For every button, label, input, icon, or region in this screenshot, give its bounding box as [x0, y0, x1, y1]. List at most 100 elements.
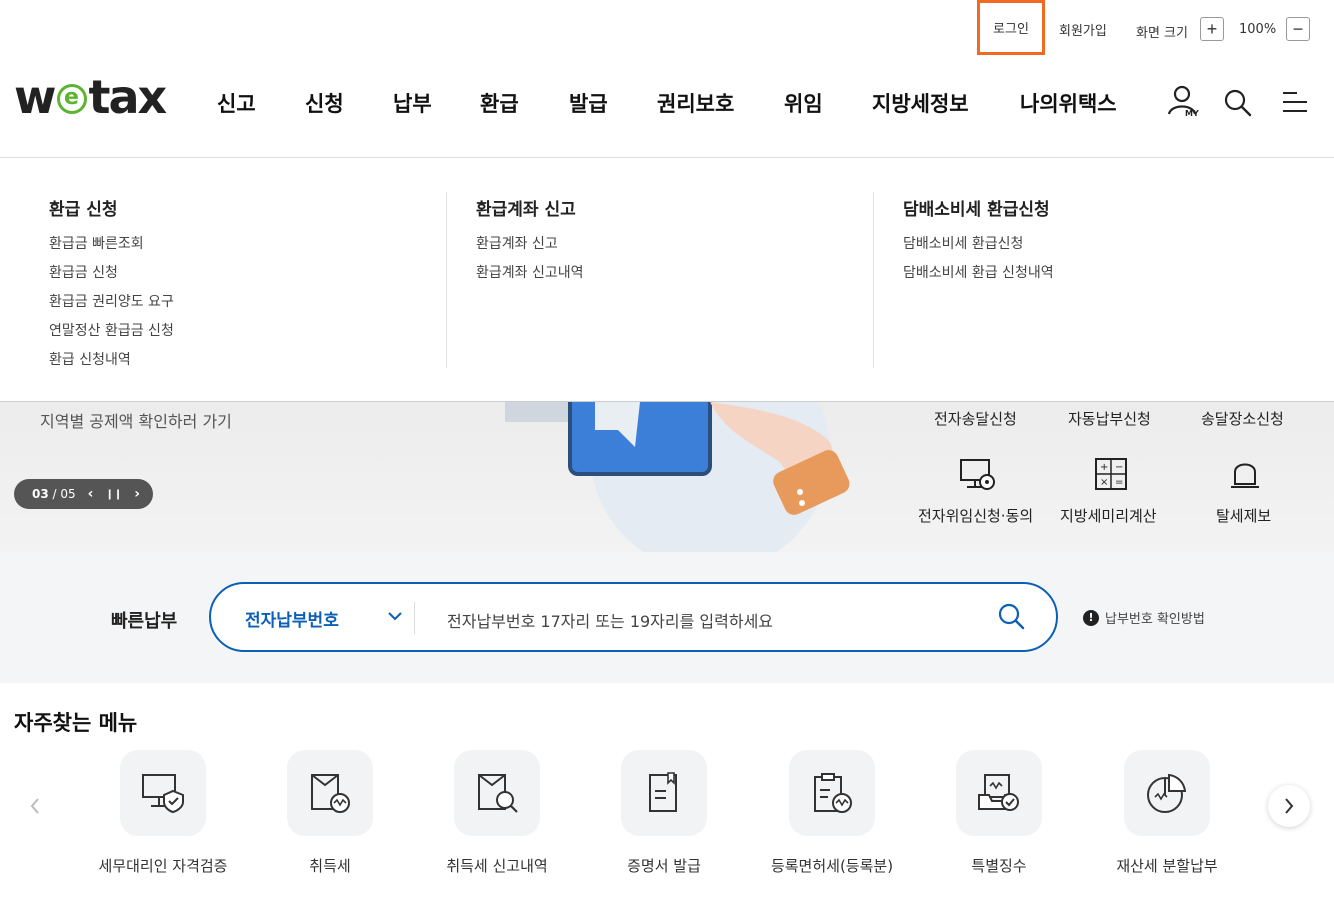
frequent-label[interactable]: 증명서 발급 — [627, 855, 701, 876]
quick-label-e-delegate[interactable]: 전자위임신청·동의 — [918, 505, 1033, 526]
zoom-out-button[interactable]: − — [1286, 17, 1310, 41]
search-icon[interactable] — [1223, 88, 1253, 118]
logo-w: w — [14, 70, 56, 124]
gnb-item-delegate[interactable]: 위임 — [784, 88, 823, 118]
frequent-tile-acquisition-history[interactable] — [454, 750, 540, 836]
quick-link-auto-pay[interactable]: 자동납부신청 — [1068, 408, 1151, 429]
dropdown-column-title[interactable]: 담배소비세 환급신청 — [903, 195, 1054, 220]
zoom-label: 화면 크기 — [1136, 26, 1188, 41]
logo-tax: tax — [88, 70, 168, 124]
pager-pause-button[interactable]: ❙❙ — [105, 489, 122, 500]
frequent-label[interactable]: 세무대리인 자격검증 — [99, 855, 228, 876]
chevron-left-icon — [30, 798, 39, 814]
my-label: MY — [1185, 109, 1199, 118]
info-icon: ! — [1083, 609, 1099, 626]
payment-number-help-link[interactable]: ! 납부번호 확인방법 — [1083, 608, 1205, 627]
svg-text:×: × — [1100, 477, 1108, 488]
dropdown-link[interactable]: 담배소비세 환급 신청내역 — [903, 259, 1054, 288]
dropdown-link[interactable]: 연말정산 환급금 신청 — [49, 317, 174, 346]
dropdown-column-refund-account: 환급계좌 신고 환급계좌 신고 환급계좌 신고내역 — [476, 195, 584, 288]
tray-check-icon — [978, 774, 1019, 811]
frequent-tile-acquisition-tax[interactable] — [287, 750, 373, 836]
quick-link-delivery-place[interactable]: 송달장소신청 — [1201, 408, 1284, 429]
gnb-item-issue[interactable]: 발급 — [569, 88, 608, 118]
hero-banner: 지역별 공제액 확인하러 가기 03 / 05 ‹ ❙❙ › 전자송달신청 자동… — [0, 402, 1334, 552]
frequent-tile-special-collection[interactable] — [956, 750, 1042, 836]
svg-text:−: − — [1115, 462, 1123, 473]
gnb-item-refund[interactable]: 환급 — [480, 88, 519, 118]
quick-label-tax-calc[interactable]: 지방세미리계산 — [1060, 505, 1157, 526]
gnb-item-rights[interactable]: 권리보호 — [657, 88, 734, 118]
frequent-label[interactable]: 재산세 분할납부 — [1116, 855, 1217, 876]
dropdown-column-title[interactable]: 환급계좌 신고 — [476, 195, 584, 220]
my-page-icon[interactable]: MY — [1166, 82, 1202, 122]
siren-icon[interactable] — [1227, 456, 1263, 492]
carousel-next-button[interactable] — [1268, 785, 1310, 827]
column-divider — [446, 192, 447, 368]
doc-coin-icon — [311, 774, 350, 813]
svg-text:=: = — [1115, 477, 1123, 488]
clipboard-coin-icon — [814, 773, 852, 813]
help-label: 납부번호 확인방법 — [1105, 612, 1205, 627]
column-divider — [873, 192, 874, 368]
dropdown-column-title[interactable]: 환급 신청 — [49, 195, 174, 220]
gnb-item-apply[interactable]: 신청 — [305, 88, 344, 118]
frequent-tile-agent-verify[interactable] — [120, 750, 206, 836]
pager-prev-button[interactable]: ‹ — [88, 486, 94, 502]
quick-label-tax-report[interactable]: 탈세제보 — [1216, 505, 1271, 526]
zoom-in-button[interactable]: + — [1200, 17, 1224, 41]
dropdown-column-refund-apply: 환급 신청 환급금 빠른조회 환급금 신청 환급금 권리양도 요구 연말정산 환… — [49, 195, 174, 375]
main-navigation: w e tax 신고 신청 납부 환급 발급 권리보호 위임 지방세정보 나의위택스… — [0, 58, 1334, 158]
frequent-label[interactable]: 취득세 — [309, 855, 350, 876]
quick-pay-search-box: 전자납부번호 전자납부번호 17자리 또는 19자리를 입력하세요 — [209, 582, 1058, 652]
gnb-item-pay[interactable]: 납부 — [393, 88, 432, 118]
refund-dropdown-panel: 환급 신청 환급금 빠른조회 환급금 신청 환급금 권리양도 요구 연말정산 환… — [0, 159, 1334, 402]
chevron-right-icon — [1285, 798, 1294, 814]
quick-pay-section: 빠른납부 전자납부번호 전자납부번호 17자리 또는 19자리를 입력하세요 !… — [0, 552, 1334, 683]
dropdown-link[interactable]: 환급계좌 신고내역 — [476, 259, 584, 288]
payment-number-input[interactable]: 전자납부번호 17자리 또는 19자리를 입력하세요 — [447, 608, 773, 632]
frequent-label[interactable]: 특별징수 — [971, 855, 1026, 876]
frequent-label[interactable]: 등록면허세(등록분) — [771, 855, 893, 876]
quick-link-e-delivery[interactable]: 전자송달신청 — [934, 408, 1017, 429]
hero-link-text[interactable]: 지역별 공제액 확인하러 가기 — [40, 408, 232, 432]
calculator-icon[interactable]: + − × = — [1093, 456, 1129, 492]
zoom-value: 100% — [1239, 22, 1277, 37]
search-icon[interactable] — [997, 602, 1027, 632]
frequent-tile-certificate[interactable] — [621, 750, 707, 836]
frequent-tile-registration-tax[interactable] — [789, 750, 875, 836]
pager-count: 03 / 05 — [32, 487, 76, 501]
svg-text:+: + — [1100, 462, 1108, 473]
carousel-prev-button[interactable] — [14, 785, 56, 827]
dropdown-link[interactable]: 환급금 권리양도 요구 — [49, 288, 174, 317]
dropdown-column-tobacco-refund: 담배소비세 환급신청 담배소비세 환급신청 담배소비세 환급 신청내역 — [903, 195, 1054, 288]
join-link[interactable]: 회원가입 — [1059, 20, 1107, 39]
dropdown-link[interactable]: 환급계좌 신고 — [476, 230, 584, 259]
dropdown-link[interactable]: 담배소비세 환급신청 — [903, 230, 1054, 259]
quick-pay-title: 빠른납부 — [111, 611, 178, 632]
wetax-logo[interactable]: w e tax — [14, 70, 167, 124]
e-delegate-icon[interactable] — [958, 456, 998, 492]
doc-search-icon — [478, 774, 518, 813]
frequent-label[interactable]: 취득세 신고내역 — [446, 855, 547, 876]
dropdown-link[interactable]: 환급금 신청 — [49, 259, 174, 288]
frequent-menu-title: 자주찾는 메뉴 — [14, 711, 138, 735]
dropdown-link[interactable]: 환급 신청내역 — [49, 346, 174, 375]
monitor-shield-icon — [142, 774, 184, 814]
logo-e: e — [56, 84, 87, 114]
payment-type-select[interactable]: 전자납부번호 — [245, 606, 339, 631]
gnb-item-local-tax-info[interactable]: 지방세정보 — [872, 88, 969, 118]
pager-next-button[interactable]: › — [134, 486, 140, 502]
utility-bar: 로그인 회원가입 화면 크기 + 100% − — [0, 0, 1334, 58]
frequent-tile-property-installment[interactable] — [1124, 750, 1210, 836]
document-icon — [649, 772, 677, 812]
frequent-menu-section: 자주찾는 메뉴 세무대리인 자격검증 취득세 취득세 신고내역 증명서 발급 등… — [0, 683, 1334, 903]
gnb-item-my-wetax[interactable]: 나의위택스 — [1020, 88, 1117, 118]
login-link[interactable]: 로그인 — [977, 0, 1045, 55]
hamburger-menu-icon[interactable] — [1281, 90, 1309, 116]
gnb-item-report[interactable]: 신고 — [217, 88, 256, 118]
chevron-down-icon[interactable] — [387, 610, 403, 622]
dropdown-link[interactable]: 환급금 빠른조회 — [49, 230, 174, 259]
select-divider — [414, 602, 415, 634]
hero-pager: 03 / 05 ‹ ❙❙ › — [14, 479, 153, 509]
